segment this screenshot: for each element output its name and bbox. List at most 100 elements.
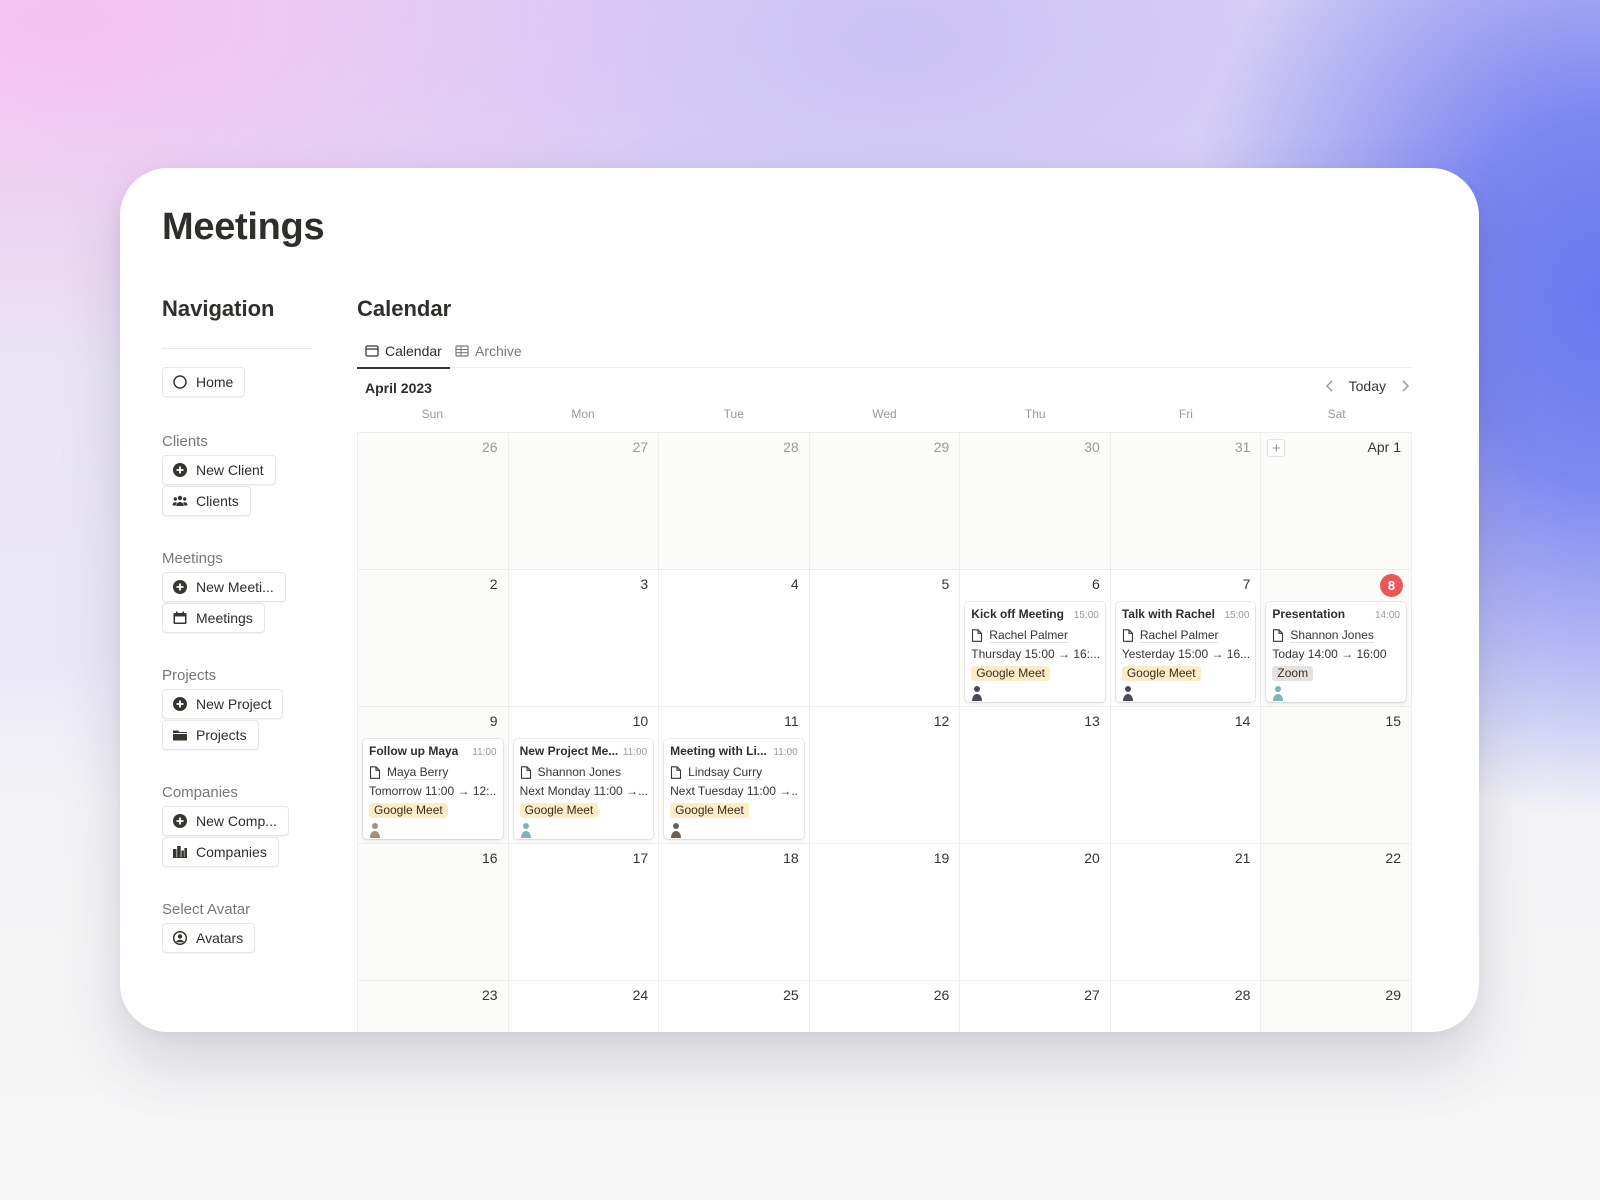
avatar-icon — [520, 823, 531, 838]
page-icon — [1122, 629, 1133, 642]
nav-group-label: Meetings — [162, 550, 223, 567]
event-platform-tag: Zoom — [1272, 666, 1314, 681]
tab-archive[interactable]: Archive — [455, 334, 522, 368]
page-icon — [520, 766, 531, 779]
new-meeti-button[interactable]: New Meeti... — [162, 572, 286, 602]
day-cell[interactable]: 22 — [1261, 844, 1412, 981]
day-cell[interactable]: 5 — [809, 570, 961, 707]
day-cell[interactable]: 24 — [508, 981, 660, 1032]
companies-button[interactable]: Companies — [162, 837, 279, 867]
new-project-button[interactable]: New Project — [162, 689, 284, 719]
day-number: 12 — [933, 713, 950, 729]
view-tabs: Calendar Archive — [357, 334, 1412, 369]
day-cell[interactable]: 30 — [960, 433, 1111, 570]
event-card[interactable]: Meeting with Li... 11:00 Lindsay Curry N… — [664, 739, 804, 839]
today-button[interactable]: Today — [1349, 378, 1386, 394]
nav-button-label: New Comp... — [196, 813, 277, 829]
avatars-button[interactable]: Avatars — [162, 923, 256, 953]
nav-group-buttons: New Comp... Companies — [162, 806, 312, 867]
new-client-button[interactable]: New Client — [162, 455, 276, 485]
event-person[interactable]: Lindsay Curry — [670, 763, 798, 782]
day-cell[interactable]: 10 New Project Me... 11:00 Shannon Jones… — [508, 707, 660, 844]
day-cell[interactable]: 31 — [1110, 433, 1262, 570]
day-cell[interactable]: 28 — [659, 433, 810, 570]
day-cell[interactable]: 20 — [960, 844, 1111, 981]
event-card[interactable]: Presentation 14:00 Shannon Jones Today 1… — [1266, 602, 1406, 702]
weekday-fri: Fri — [1178, 407, 1193, 421]
day-cell[interactable]: 19 — [809, 844, 961, 981]
event-person[interactable]: Maya Berry — [369, 763, 497, 782]
day-cell[interactable]: 6 Kick off Meeting 15:00 Rachel Palmer T… — [960, 570, 1111, 707]
day-cell[interactable]: 27 — [508, 433, 660, 570]
nav-group-companies: Companies New Comp... Companies — [162, 784, 312, 867]
chevron-right-icon[interactable] — [1398, 379, 1412, 393]
event-platform-tag: Google Meet — [670, 803, 749, 818]
page-icon — [369, 766, 381, 779]
day-cell[interactable]: 3 — [508, 570, 660, 707]
day-number: 10 — [632, 713, 649, 729]
day-cell[interactable]: 8 Presentation 14:00 Shannon Jones Today… — [1261, 570, 1412, 707]
day-cell[interactable]: 11 Meeting with Li... 11:00 Lindsay Curr… — [659, 707, 810, 844]
navigation-groups: Clients New Client Clients Meetings New Meet… — [162, 433, 312, 953]
day-cell[interactable]: 29 — [809, 433, 961, 570]
event-card[interactable]: Kick off Meeting 15:00 Rachel Palmer Thu… — [965, 602, 1105, 702]
chevron-left-icon[interactable] — [1323, 379, 1337, 393]
day-cell[interactable]: + Apr 1 — [1261, 433, 1412, 570]
calendar-icon — [173, 611, 187, 624]
day-cell[interactable]: 13 — [960, 707, 1111, 844]
day-number: 7 — [1242, 576, 1251, 592]
event-card[interactable]: Talk with Rachel 15:00 Rachel Palmer Yes… — [1115, 602, 1256, 702]
day-number: 2 — [489, 576, 498, 592]
clients-button[interactable]: Clients — [162, 486, 251, 516]
event-datetime: Yesterday 15:00 → 16... — [1121, 647, 1250, 661]
day-cell[interactable]: 15 — [1261, 707, 1412, 844]
day-cell[interactable]: 17 — [508, 844, 660, 981]
home-button-label: Home — [196, 374, 234, 390]
event-person[interactable]: Rachel Palmer — [971, 626, 1099, 645]
event-time: 15:00 — [1224, 610, 1250, 621]
plus-circle-icon — [173, 814, 187, 828]
event-person[interactable]: Shannon Jones — [520, 763, 648, 782]
day-cell[interactable]: 27 — [960, 981, 1111, 1032]
day-cell[interactable]: 23 — [358, 981, 509, 1032]
nav-group-buttons: Avatars — [162, 923, 312, 953]
day-cell[interactable]: 16 — [358, 844, 509, 981]
day-cell[interactable]: 12 — [809, 707, 961, 844]
day-number: 19 — [933, 850, 950, 866]
event-person-name: Rachel Palmer — [1139, 628, 1219, 643]
day-cell[interactable]: 14 — [1110, 707, 1262, 844]
event-card[interactable]: Follow up Maya 11:00 Maya Berry Tomorrow… — [363, 739, 503, 839]
day-cell[interactable]: 25 — [659, 981, 810, 1032]
event-header: New Project Me... 11:00 — [520, 744, 648, 763]
event-person[interactable]: Rachel Palmer — [1122, 626, 1250, 645]
weekday-sat: Sat — [1327, 407, 1346, 421]
event-card[interactable]: New Project Me... 11:00 Shannon Jones Ne… — [513, 739, 654, 839]
day-cell[interactable]: 26 — [358, 433, 509, 570]
nav-button-label: Avatars — [196, 930, 244, 946]
day-cell[interactable]: 26 — [809, 981, 961, 1032]
meetings-button[interactable]: Meetings — [162, 603, 265, 633]
event-time: 15:00 — [1073, 610, 1099, 621]
nav-group-projects: Projects New Project Projects — [162, 667, 312, 750]
day-cell[interactable]: 4 — [659, 570, 810, 707]
day-cell[interactable]: 29 — [1261, 981, 1412, 1032]
calendar-grid: 26 27 28 29 30 31 + Apr 123456 Kick off Meeting… — [357, 432, 1412, 1032]
people-icon — [172, 495, 188, 506]
projects-button[interactable]: Projects — [162, 720, 259, 750]
day-cell[interactable]: 2 — [358, 570, 509, 707]
home-button[interactable]: Home — [162, 367, 246, 397]
event-person[interactable]: Shannon Jones — [1272, 626, 1400, 645]
tab-calendar[interactable]: Calendar — [357, 334, 450, 369]
day-cell[interactable]: 18 — [659, 844, 810, 981]
day-cell[interactable]: 28 — [1110, 981, 1262, 1032]
plus-circle-icon — [173, 580, 187, 594]
calendar-title: Calendar — [357, 296, 452, 321]
page-title: Meetings — [162, 206, 325, 248]
event-title: Kick off Meeting — [971, 607, 1064, 621]
day-cell[interactable]: 21 — [1110, 844, 1262, 981]
day-cell[interactable]: 9 Follow up Maya 11:00 Maya Berry Tomorr… — [358, 707, 509, 844]
day-number: 13 — [1084, 713, 1100, 729]
add-event-button[interactable]: + — [1267, 439, 1286, 457]
new-comp-button[interactable]: New Comp... — [162, 806, 289, 836]
day-cell[interactable]: 7 Talk with Rachel 15:00 Rachel Palmer Y… — [1110, 570, 1262, 707]
